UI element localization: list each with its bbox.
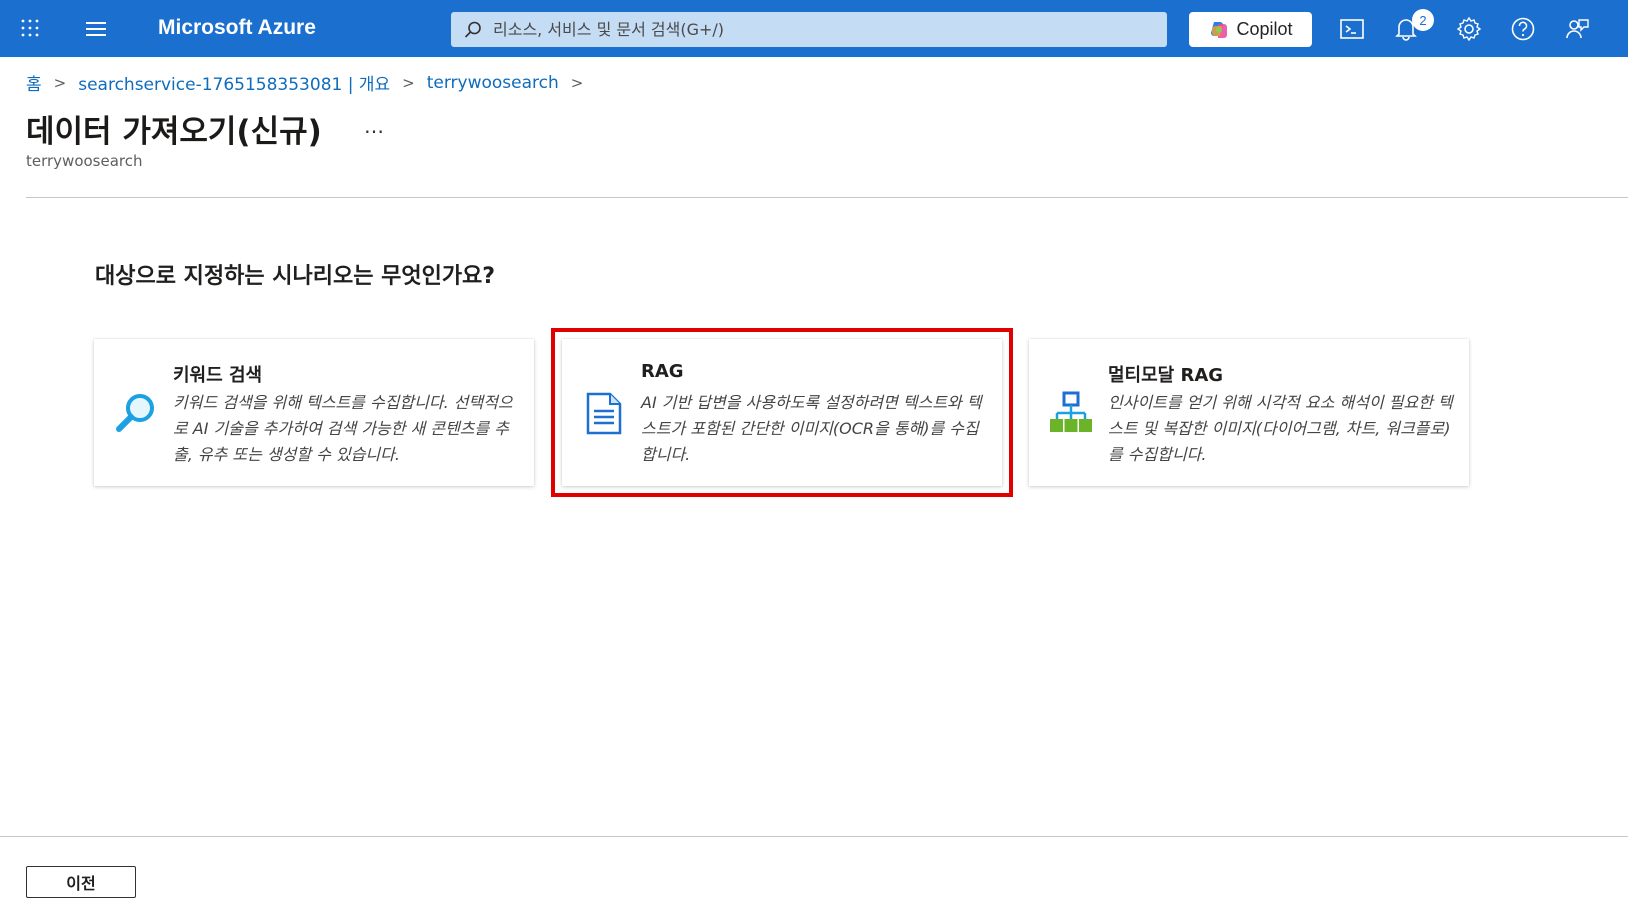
card-multimodal-rag[interactable]: 멀티모달 RAG 인사이트를 얻기 위해 시각적 요소 해석이 필요한 텍스트 … (1029, 339, 1469, 486)
feedback-icon[interactable] (1564, 16, 1590, 42)
app-launcher-icon[interactable] (20, 18, 40, 38)
card-title: 키워드 검색 (173, 365, 263, 386)
top-bar: Microsoft Azure Copilot 2 (0, 0, 1628, 57)
card-description: 키워드 검색을 위해 텍스트를 수집합니다. 선택적으로 AI 기술을 추가하여… (173, 393, 513, 464)
search-icon (464, 21, 481, 38)
card-keyword-search[interactable]: 키워드 검색 키워드 검색을 위해 텍스트를 수집합니다. 선택적으로 AI 기… (94, 339, 534, 486)
page-subtitle: terrywoosearch (26, 152, 143, 170)
breadcrumb-home[interactable]: 홈 (26, 70, 42, 95)
magnifier-icon (116, 394, 154, 432)
brand-title[interactable]: Microsoft Azure (158, 16, 316, 40)
card-description: 인사이트를 얻기 위해 시각적 요소 해석이 필요한 텍스트 및 복잡한 이미지… (1108, 393, 1453, 464)
previous-button[interactable]: 이전 (26, 866, 136, 898)
chevron-right-icon: > (570, 73, 584, 92)
footer-divider (0, 836, 1628, 837)
hierarchy-icon (1050, 391, 1092, 432)
breadcrumb-terrywoosearch[interactable]: terrywoosearch (427, 73, 559, 93)
breadcrumb-search-service[interactable]: searchservice-1765158353081 | 개요 (78, 70, 390, 95)
notification-badge: 2 (1412, 9, 1434, 31)
header-divider (26, 197, 1628, 198)
copilot-label: Copilot (1236, 19, 1293, 39)
search-input[interactable] (493, 20, 1153, 39)
copilot-icon (1211, 21, 1228, 38)
copilot-button[interactable]: Copilot (1189, 12, 1312, 47)
selection-highlight (551, 328, 1013, 497)
breadcrumb: 홈 > searchservice-1765158353081 | 개요 > t… (26, 70, 595, 96)
scenario-question: 대상으로 지정하는 시나리오는 무엇인가요? (95, 264, 496, 289)
menu-icon[interactable] (84, 19, 108, 39)
chevron-right-icon: > (53, 73, 67, 92)
page-title: 데이터 가져오기(신규) (26, 114, 322, 150)
chevron-right-icon: > (402, 73, 415, 92)
more-options-button[interactable]: … (364, 114, 384, 138)
card-title: 멀티모달 RAG (1108, 365, 1224, 386)
global-search[interactable] (451, 12, 1167, 47)
cloud-shell-icon[interactable] (1339, 16, 1365, 42)
settings-gear-icon[interactable] (1456, 16, 1482, 42)
help-icon[interactable] (1510, 16, 1536, 42)
